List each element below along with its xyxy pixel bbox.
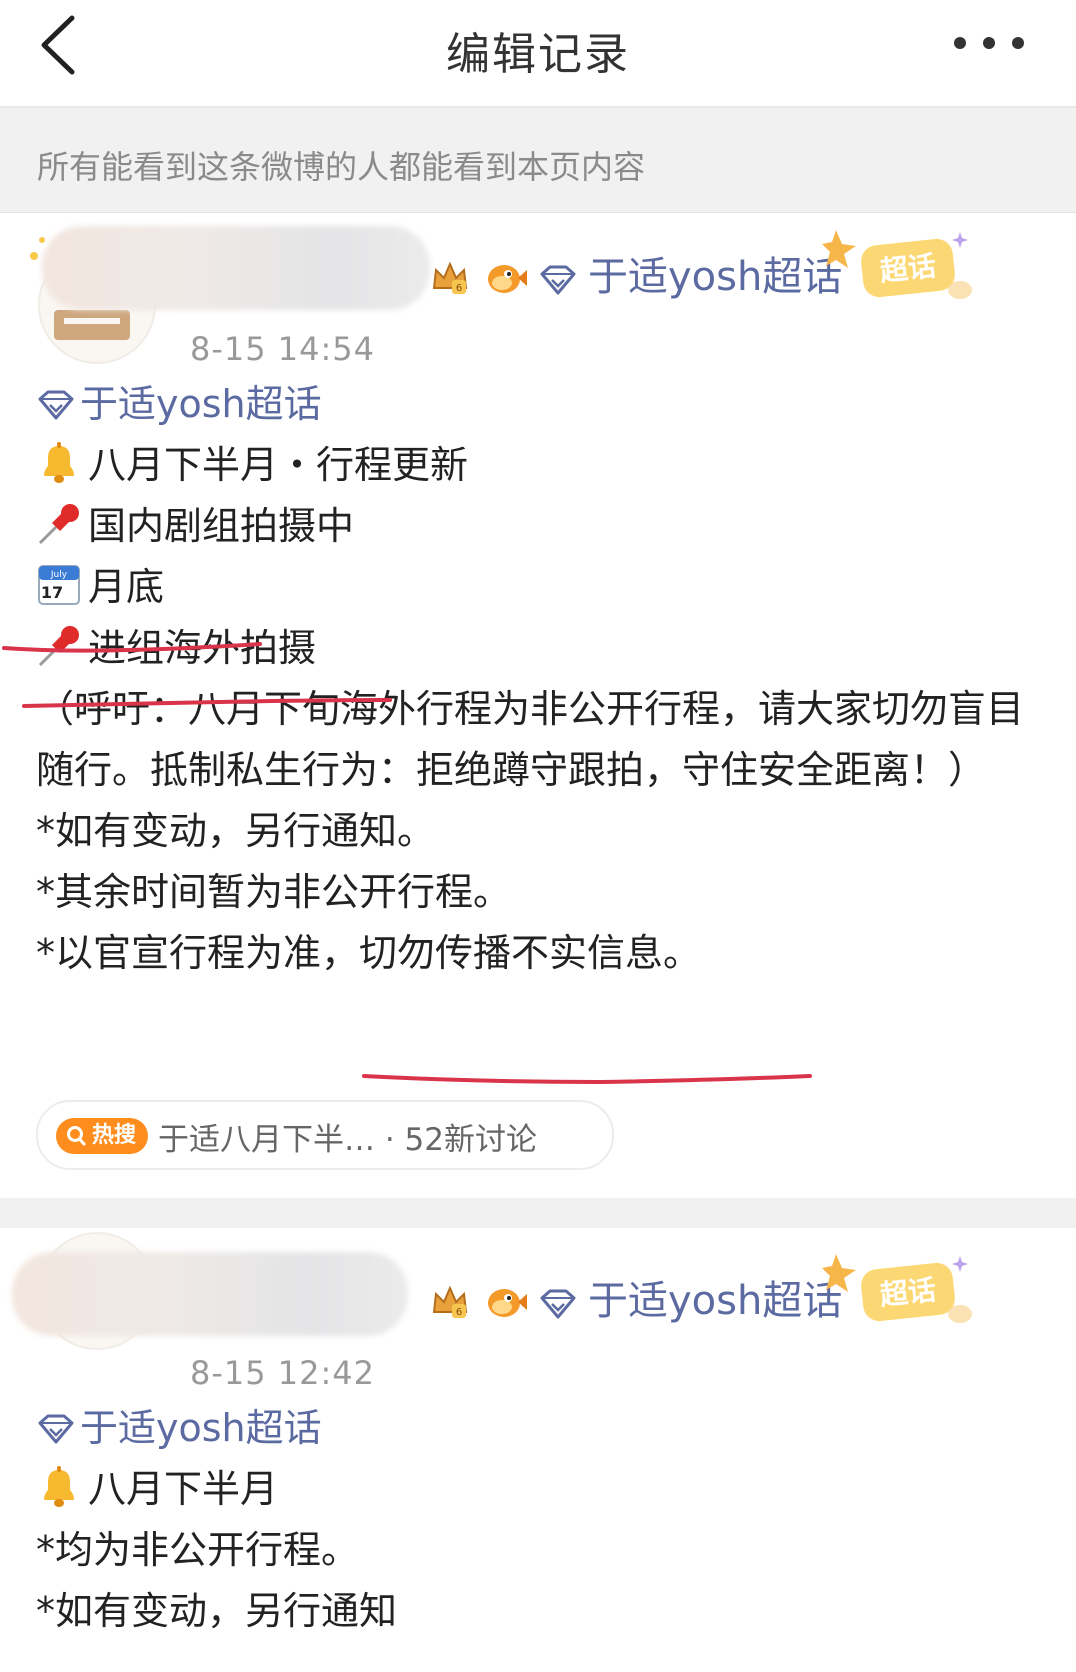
content-text: *以官宣行程为准，切勿传播不实信息。 xyxy=(36,931,702,975)
bell-icon xyxy=(44,1466,74,1507)
post-time: 8-15 12:42 xyxy=(190,1354,376,1392)
edit-record-card: 6 于适yosh超话 超话 8-15 14:54 于适yosh超话 八月下半月・… xyxy=(0,214,1076,1198)
content-text: 国内剧组拍摄中 xyxy=(88,504,355,548)
post-content: 于适yosh超话 八月下半月・行程更新 国内剧组拍摄中 July 17 月底 进… xyxy=(36,374,1036,984)
content-line: *其余时间暂为非公开行程。 xyxy=(36,862,1036,923)
content-text: *如有变动，另行通知 xyxy=(36,1589,398,1633)
content-text: *如有变动，另行通知。 xyxy=(36,809,436,853)
pufferfish-badge-icon xyxy=(488,265,527,293)
content-topic-line[interactable]: 于适yosh超话 xyxy=(36,1398,1036,1459)
content-text: 八月下半月・行程更新 xyxy=(88,443,469,487)
supertopic-badge-label: 超话 xyxy=(878,249,937,288)
hot-search-pill[interactable]: 热搜 于适八月下半… · 52新讨论 xyxy=(36,1100,614,1170)
supertopic-badge: 超话 xyxy=(822,230,972,299)
more-dots-icon xyxy=(954,37,1024,49)
username-blurred xyxy=(42,226,430,310)
edit-record-card: 6 于适yosh超话 超话 8-15 12:42 于适yosh超话 八月下半月 … xyxy=(0,1228,1076,1672)
visibility-notice: 所有能看到这条微博的人都能看到本页内容 xyxy=(0,108,1076,213)
pushpin-icon xyxy=(38,626,79,667)
supertopic-link[interactable]: 于适yosh超话 xyxy=(588,244,842,302)
content-topic-text[interactable]: 于适yosh超话 xyxy=(80,1406,322,1450)
content-line: （呼吁：八月下旬海外行程为非公开行程，请大家切勿盲目随行。抵制私生行为：拒绝蹲守… xyxy=(36,679,1031,801)
content-line: 国内剧组拍摄中 xyxy=(36,496,1036,557)
content-line: July 17 月底 xyxy=(36,557,1036,618)
content-topic-text[interactable]: 于适yosh超话 xyxy=(80,382,322,426)
svg-text:July: July xyxy=(50,570,68,580)
hot-search-tag: 热搜 xyxy=(56,1118,148,1154)
card-separator xyxy=(0,1198,1076,1228)
avatar-logo xyxy=(54,310,130,340)
hot-search-tag-label: 热搜 xyxy=(92,1123,137,1148)
more-button[interactable] xyxy=(952,28,1026,58)
content-topic-line[interactable]: 于适yosh超话 xyxy=(36,374,1036,435)
supertopic-badge: 超话 xyxy=(822,1254,972,1323)
search-icon xyxy=(67,1126,86,1146)
nav-bar: 编辑记录 xyxy=(0,0,1076,108)
content-text: *均为非公开行程。 xyxy=(36,1528,360,1572)
content-fade-overlay xyxy=(420,1488,680,1560)
notice-text: 所有能看到这条微博的人都能看到本页内容 xyxy=(37,148,646,186)
hot-search-text: 于适八月下半… · 52新讨论 xyxy=(158,1122,538,1158)
calendar-icon: July 17 xyxy=(38,565,80,605)
diamond-icon xyxy=(38,390,74,420)
svg-text:6: 6 xyxy=(456,283,462,294)
supertopic-badge-label: 超话 xyxy=(878,1273,937,1312)
post-time: 8-15 14:54 xyxy=(190,330,376,368)
diamond-icon xyxy=(38,1414,74,1444)
bell-icon xyxy=(44,442,74,483)
content-text: *其余时间暂为非公开行程。 xyxy=(36,870,512,914)
content-line: *如有变动，另行通知。 xyxy=(36,801,1036,862)
content-text: 进组海外拍摄 xyxy=(88,626,317,670)
fan-level-badge-icon: 6 xyxy=(432,261,468,294)
pushpin-icon xyxy=(38,504,79,545)
content-line: *以官宣行程为准，切勿传播不实信息。 xyxy=(36,923,1036,984)
svg-text:17: 17 xyxy=(41,583,63,602)
content-text: （呼吁：八月下旬海外行程为非公开行程，请大家切勿盲目随行。抵制私生行为：拒绝蹲守… xyxy=(36,687,1025,792)
pufferfish-badge-icon xyxy=(488,1289,527,1317)
content-line: *如有变动，另行通知 xyxy=(36,1581,1036,1642)
username-blurred xyxy=(12,1252,408,1336)
page-title: 编辑记录 xyxy=(446,29,630,80)
diamond-icon xyxy=(540,265,576,295)
fan-level-badge-icon: 6 xyxy=(432,1285,468,1318)
content-line: 八月下半月・行程更新 xyxy=(36,435,1036,496)
supertopic-link[interactable]: 于适yosh超话 xyxy=(588,1268,842,1326)
content-text: 月底 xyxy=(88,565,165,609)
svg-text:6: 6 xyxy=(456,1307,462,1318)
content-line: 进组海外拍摄 xyxy=(36,618,1036,679)
content-text: 八月下半月 xyxy=(88,1467,279,1511)
diamond-icon xyxy=(540,1289,576,1319)
